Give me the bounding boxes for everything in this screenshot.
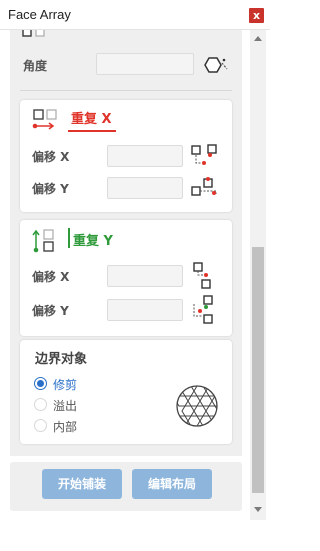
window-title: Face Array — [8, 7, 71, 22]
repeat-x-card: 重复 X 偏移 X 偏移 Y — [20, 100, 232, 212]
rotate-hexagon-icon[interactable] — [202, 54, 230, 78]
repeat-y-icon[interactable] — [32, 228, 58, 254]
angle-input[interactable] — [96, 53, 194, 75]
scroll-thumb[interactable] — [252, 247, 264, 493]
scrollbar[interactable] — [250, 30, 266, 520]
start-tiling-button[interactable]: 开始铺装 — [42, 469, 122, 499]
x-offset-x-input[interactable] — [107, 145, 183, 167]
y-offset-x-input[interactable] — [107, 265, 183, 287]
repeat-y-header[interactable]: 重复 Y — [73, 230, 113, 249]
scroll-down-icon[interactable] — [254, 507, 262, 512]
radio-trim-label[interactable]: 修剪 — [53, 376, 77, 393]
repeat-x-icon[interactable] — [32, 108, 60, 132]
repeat-y-bar — [68, 228, 70, 248]
angle-label: 角度 — [23, 59, 48, 73]
action-bar: 开始铺装 编辑布局 — [10, 462, 242, 511]
hexagon-pattern-icon — [176, 385, 218, 427]
repeat-x-underline — [68, 130, 116, 132]
close-button[interactable]: x — [249, 8, 264, 23]
y-offset-x-label: 偏移 X — [32, 270, 70, 284]
radio-overflow-label[interactable]: 溢出 — [53, 397, 77, 414]
settings-panel: 角度 重复 X 偏移 X 偏移 Y 重复 Y 偏移 X 偏移 Y 边界对象 修剪… — [10, 30, 242, 456]
scroll-up-icon[interactable] — [254, 36, 262, 41]
x-offset-y-input[interactable] — [107, 177, 183, 199]
y-offset-y-label: 偏移 Y — [32, 304, 69, 318]
radio-inside[interactable] — [34, 419, 47, 432]
y-offset-y-input[interactable] — [107, 299, 183, 321]
repeat-x-header[interactable]: 重复 X — [71, 108, 112, 127]
offset-y-icon[interactable] — [190, 176, 220, 202]
boundary-title: 边界对象 — [35, 352, 88, 367]
repeat-y-card: 重复 Y 偏移 X 偏移 Y — [20, 220, 232, 336]
offset-x-icon[interactable] — [192, 261, 218, 291]
offset-x-icon[interactable] — [190, 143, 220, 169]
offset-y-icon[interactable] — [190, 294, 218, 326]
toggle-squares-icon — [22, 30, 45, 37]
radio-overflow[interactable] — [34, 398, 47, 411]
x-offset-y-label: 偏移 Y — [32, 182, 69, 196]
edit-layout-button[interactable]: 编辑布局 — [132, 469, 212, 499]
radio-trim[interactable] — [34, 377, 47, 390]
divider — [20, 90, 232, 91]
x-offset-x-label: 偏移 X — [32, 150, 70, 164]
boundary-card: 边界对象 修剪 溢出 内部 — [20, 340, 232, 444]
title-bar: Face Array x — [0, 0, 270, 30]
radio-inside-label[interactable]: 内部 — [53, 418, 77, 435]
